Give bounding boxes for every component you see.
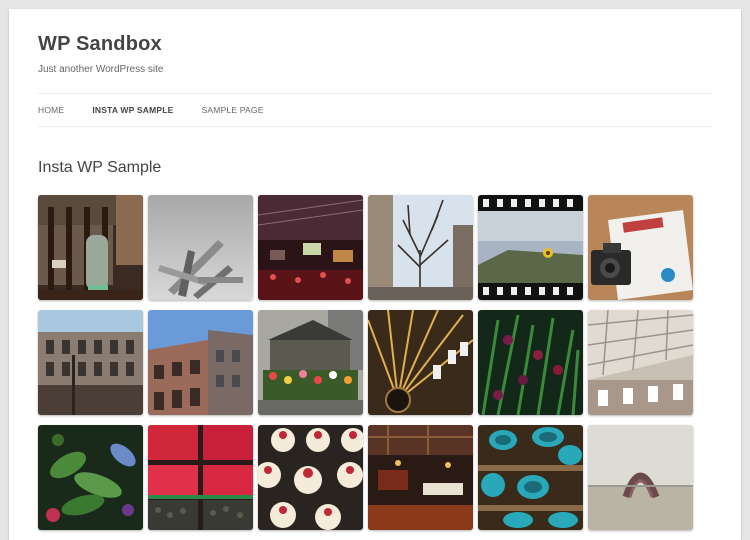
nav-item-insta-wp-sample[interactable]: INSTA WP SAMPLE xyxy=(92,105,173,115)
flower-market-stall-photo[interactable] xyxy=(258,310,363,415)
victorian-building-photo[interactable] xyxy=(38,310,143,415)
site-tagline: Just another WordPress site xyxy=(38,64,164,75)
page-container: WP Sandbox Just another WordPress site H… xyxy=(9,9,741,540)
film-scanner-photo[interactable] xyxy=(588,195,693,300)
film-strip-flowers-photo[interactable] xyxy=(478,195,583,300)
nav-item-sample-page[interactable]: SAMPLE PAGE xyxy=(202,105,264,115)
site-title[interactable]: WP Sandbox xyxy=(38,33,162,56)
raspberries-market-photo[interactable] xyxy=(148,425,253,530)
bare-tree-buildings-photo[interactable] xyxy=(368,195,473,300)
nav-item-home[interactable]: HOME xyxy=(38,105,64,115)
public-market-sign-photo[interactable] xyxy=(368,425,473,530)
purple-flowers-photo[interactable] xyxy=(478,310,583,415)
beach-sculpture-photo[interactable] xyxy=(588,425,693,530)
cupcakes-photo[interactable] xyxy=(258,425,363,530)
concert-hall-photo[interactable] xyxy=(258,195,363,300)
main-navigation: HOME INSTA WP SAMPLE SAMPLE PAGE xyxy=(38,93,712,127)
photo-grid xyxy=(38,195,698,530)
brick-building-photo[interactable] xyxy=(148,310,253,415)
arcade-ceiling-photo[interactable] xyxy=(588,310,693,415)
metal-sculpture-photo[interactable] xyxy=(148,195,253,300)
teal-pottery-photo[interactable] xyxy=(478,425,583,530)
storefront-window-photo[interactable] xyxy=(38,195,143,300)
market-ceiling-photo[interactable] xyxy=(368,310,473,415)
page-heading: Insta WP Sample xyxy=(38,159,162,176)
green-plants-photo[interactable] xyxy=(38,425,143,530)
